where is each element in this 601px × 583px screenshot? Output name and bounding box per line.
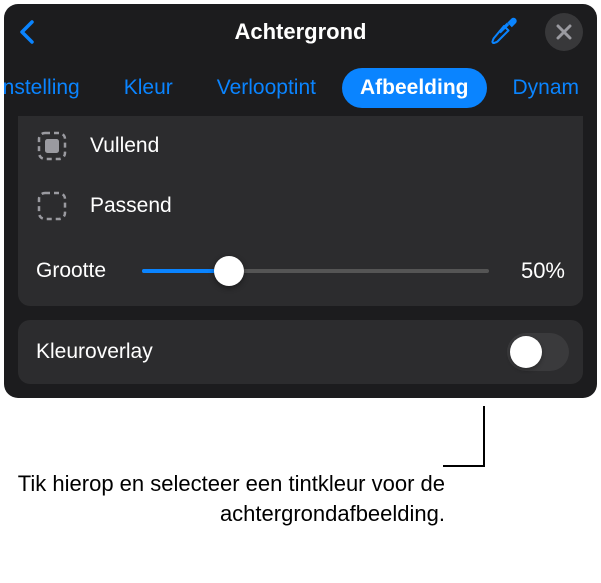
size-slider[interactable] [142, 269, 489, 273]
toggle-knob [510, 336, 542, 368]
fill-mode-section: Vullend Passend Grootte 50% [18, 116, 583, 306]
option-passend[interactable]: Passend [18, 176, 583, 236]
close-icon [556, 24, 572, 40]
tab-instelling[interactable]: instelling [4, 68, 98, 108]
size-value: 50% [507, 258, 565, 284]
callout-text: Tik hierop en selecteer een tintkleur vo… [0, 469, 485, 528]
eyedropper-icon [489, 16, 517, 44]
color-overlay-row: Kleuroverlay [18, 320, 583, 384]
option-vullend[interactable]: Vullend [18, 116, 583, 176]
color-overlay-toggle[interactable] [507, 333, 569, 371]
eyedropper-button[interactable] [489, 16, 517, 49]
panel-header: Achtergrond [4, 4, 597, 60]
tab-verlooptint[interactable]: Verlooptint [199, 68, 334, 108]
background-panel: Achtergrond instelling Kleur Verlooptint… [4, 4, 597, 398]
tab-kleur[interactable]: Kleur [106, 68, 191, 108]
tab-afbeelding[interactable]: Afbeelding [342, 68, 487, 108]
close-button[interactable] [545, 13, 583, 51]
size-label: Grootte [36, 259, 124, 283]
color-overlay-label: Kleuroverlay [36, 340, 507, 364]
size-slider-thumb[interactable] [214, 256, 244, 286]
fit-icon [36, 190, 68, 222]
back-button[interactable] [18, 19, 36, 45]
tab-dynamisch[interactable]: Dynam [495, 68, 580, 108]
chevron-left-icon [18, 19, 36, 45]
tab-bar: instelling Kleur Verlooptint Afbeelding … [4, 60, 597, 116]
fill-icon [36, 130, 68, 162]
callout-leader-line [483, 406, 485, 466]
option-passend-label: Passend [90, 194, 172, 218]
size-row: Grootte 50% [18, 236, 583, 306]
option-vullend-label: Vullend [90, 134, 159, 158]
